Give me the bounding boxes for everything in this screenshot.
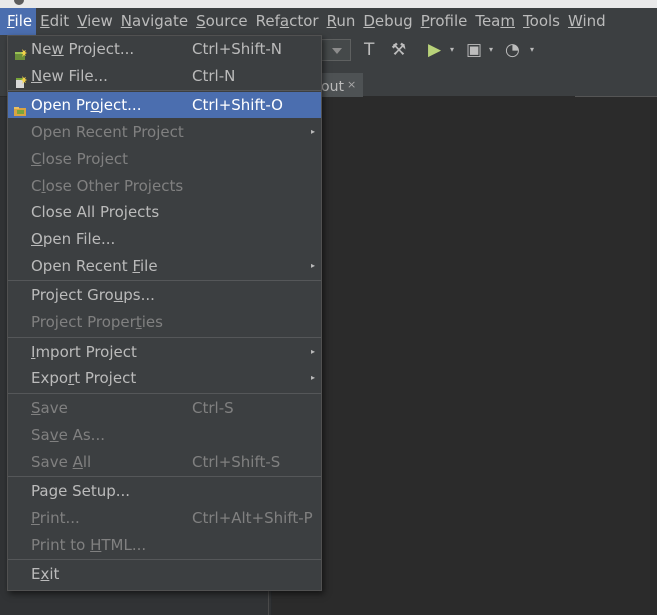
menu-separator	[8, 280, 321, 282]
debug-dropdown-icon[interactable]: ▾	[489, 45, 493, 54]
menu-item-label: Close Project	[31, 149, 128, 168]
menu-item-open-project[interactable]: Open Project... Ctrl+Shift-O	[8, 92, 321, 119]
menu-item-print[interactable]: Print... Ctrl+Alt+Shift-P	[8, 505, 321, 531]
menu-item-label: Open Project...	[31, 96, 142, 115]
submenu-arrow-icon: ▸	[311, 346, 316, 356]
menu-item-open-recent-project[interactable]: Open Recent Project ▸	[8, 119, 321, 145]
submenu-arrow-icon: ▸	[311, 373, 316, 383]
menu-item-label: Save All	[31, 452, 92, 471]
clean-build-icon[interactable]: ⚒	[391, 40, 406, 60]
submenu-arrow-icon: ▸	[311, 127, 316, 137]
menu-refactor[interactable]: Refactor	[252, 8, 323, 35]
menu-item-label: Project Groups...	[31, 286, 155, 305]
menu-item-shortcut: Ctrl+Shift-O	[192, 96, 283, 115]
menu-separator	[8, 476, 321, 478]
menu-team[interactable]: Team	[471, 8, 519, 35]
menu-file[interactable]: File	[0, 8, 37, 35]
menu-navigate[interactable]: Navigate	[117, 8, 192, 35]
menu-item-label: Print to HTML...	[31, 535, 147, 554]
profile-icon[interactable]: ◔	[505, 40, 520, 60]
run-icon[interactable]: ▶	[428, 40, 441, 60]
menu-item-label: New File...	[31, 66, 108, 85]
menu-item-open-recent-file[interactable]: Open Recent File ▸	[8, 253, 321, 279]
menu-run[interactable]: Run	[323, 8, 360, 35]
menu-item-save-all[interactable]: Save All Ctrl+Shift-S	[8, 449, 321, 475]
editor-tab[interactable]: out ×	[321, 73, 363, 97]
menu-item-shortcut: Ctrl+Shift-S	[192, 452, 281, 471]
menu-item-label: Close All Projects	[31, 203, 160, 222]
menu-item-label: Print...	[31, 508, 80, 527]
new-project-icon	[14, 43, 27, 60]
title-bar	[0, 0, 657, 8]
menu-source[interactable]: Source	[192, 8, 252, 35]
menu-item-label: Export Project	[31, 369, 137, 388]
menu-profile[interactable]: Profile	[417, 8, 472, 35]
menu-view[interactable]: View	[73, 8, 117, 35]
menu-item-new-file[interactable]: New File... Ctrl-N	[8, 63, 321, 89]
menu-separator	[8, 393, 321, 395]
new-file-icon	[14, 70, 27, 88]
menu-item-label: Import Project	[31, 342, 137, 361]
menu-item-save[interactable]: Save Ctrl-S	[8, 395, 321, 421]
run-dropdown-icon[interactable]: ▾	[450, 45, 454, 54]
menu-item-label: Open Recent File	[31, 256, 158, 275]
profile-dropdown-icon[interactable]: ▾	[530, 45, 534, 54]
menu-item-exit[interactable]: Exit	[8, 561, 321, 587]
close-icon[interactable]: ×	[347, 78, 356, 91]
menu-item-shortcut: Ctrl-N	[192, 66, 236, 85]
menu-item-export-project[interactable]: Export Project ▸	[8, 365, 321, 391]
menu-item-shortcut: Ctrl+Shift-N	[192, 40, 282, 58]
menu-tools[interactable]: Tools	[519, 8, 564, 35]
menu-item-label: Save As...	[31, 425, 105, 444]
panel-splitter[interactable]	[268, 590, 274, 615]
menu-separator	[8, 336, 321, 338]
configuration-combo[interactable]	[319, 39, 351, 61]
menu-debug[interactable]: Debug	[359, 8, 416, 35]
menu-item-shortcut: Ctrl+Alt+Shift-P	[192, 508, 313, 527]
menu-separator	[8, 559, 321, 561]
menu-edit[interactable]: Edit	[36, 8, 73, 35]
app-icon	[14, 0, 24, 5]
menu-item-project-groups[interactable]: Project Groups...	[8, 282, 321, 308]
menu-item-page-setup[interactable]: Page Setup...	[8, 478, 321, 504]
menu-item-label: Page Setup...	[31, 482, 131, 501]
menu-item-close-all-projects[interactable]: Close All Projects	[8, 199, 321, 225]
menu-item-label: Close Other Projects	[31, 176, 184, 195]
menu-item-label: Exit	[31, 565, 60, 584]
menu-item-save-as[interactable]: Save As...	[8, 422, 321, 448]
editor-tab-label: out	[321, 79, 344, 95]
menu-item-label: Open Recent Project	[31, 123, 184, 142]
open-project-icon	[14, 99, 27, 117]
menu-item-open-file[interactable]: Open File...	[8, 226, 321, 252]
menu-item-label: New Project...	[31, 40, 135, 58]
menu-separator	[8, 90, 321, 92]
menu-item-label: Open File...	[31, 229, 116, 248]
debug-icon[interactable]: ▣	[466, 40, 482, 60]
menu-item-print-to-html[interactable]: Print to HTML...	[8, 532, 321, 558]
menu-item-close-project[interactable]: Close Project	[8, 146, 321, 172]
menu-item-import-project[interactable]: Import Project ▸	[8, 339, 321, 365]
menu-item-shortcut: Ctrl-S	[192, 399, 234, 418]
menu-wind[interactable]: Wind	[564, 8, 610, 35]
submenu-arrow-icon: ▸	[311, 260, 316, 270]
menu-item-label: Project Properties	[31, 313, 163, 331]
hammer-icon[interactable]: T	[364, 40, 374, 60]
menu-bar: File Edit View Navigate Source Refactor Run Deb…	[0, 8, 657, 35]
menu-item-project-properties[interactable]: Project Properties	[8, 309, 321, 335]
file-menu: New Project... Ctrl+Shift-N New File... Ctr…	[7, 35, 322, 591]
menu-item-new-project[interactable]: New Project... Ctrl+Shift-N	[8, 36, 321, 62]
menu-item-label: Save	[31, 399, 68, 418]
menu-item-close-other-projects[interactable]: Close Other Projects	[8, 173, 321, 199]
